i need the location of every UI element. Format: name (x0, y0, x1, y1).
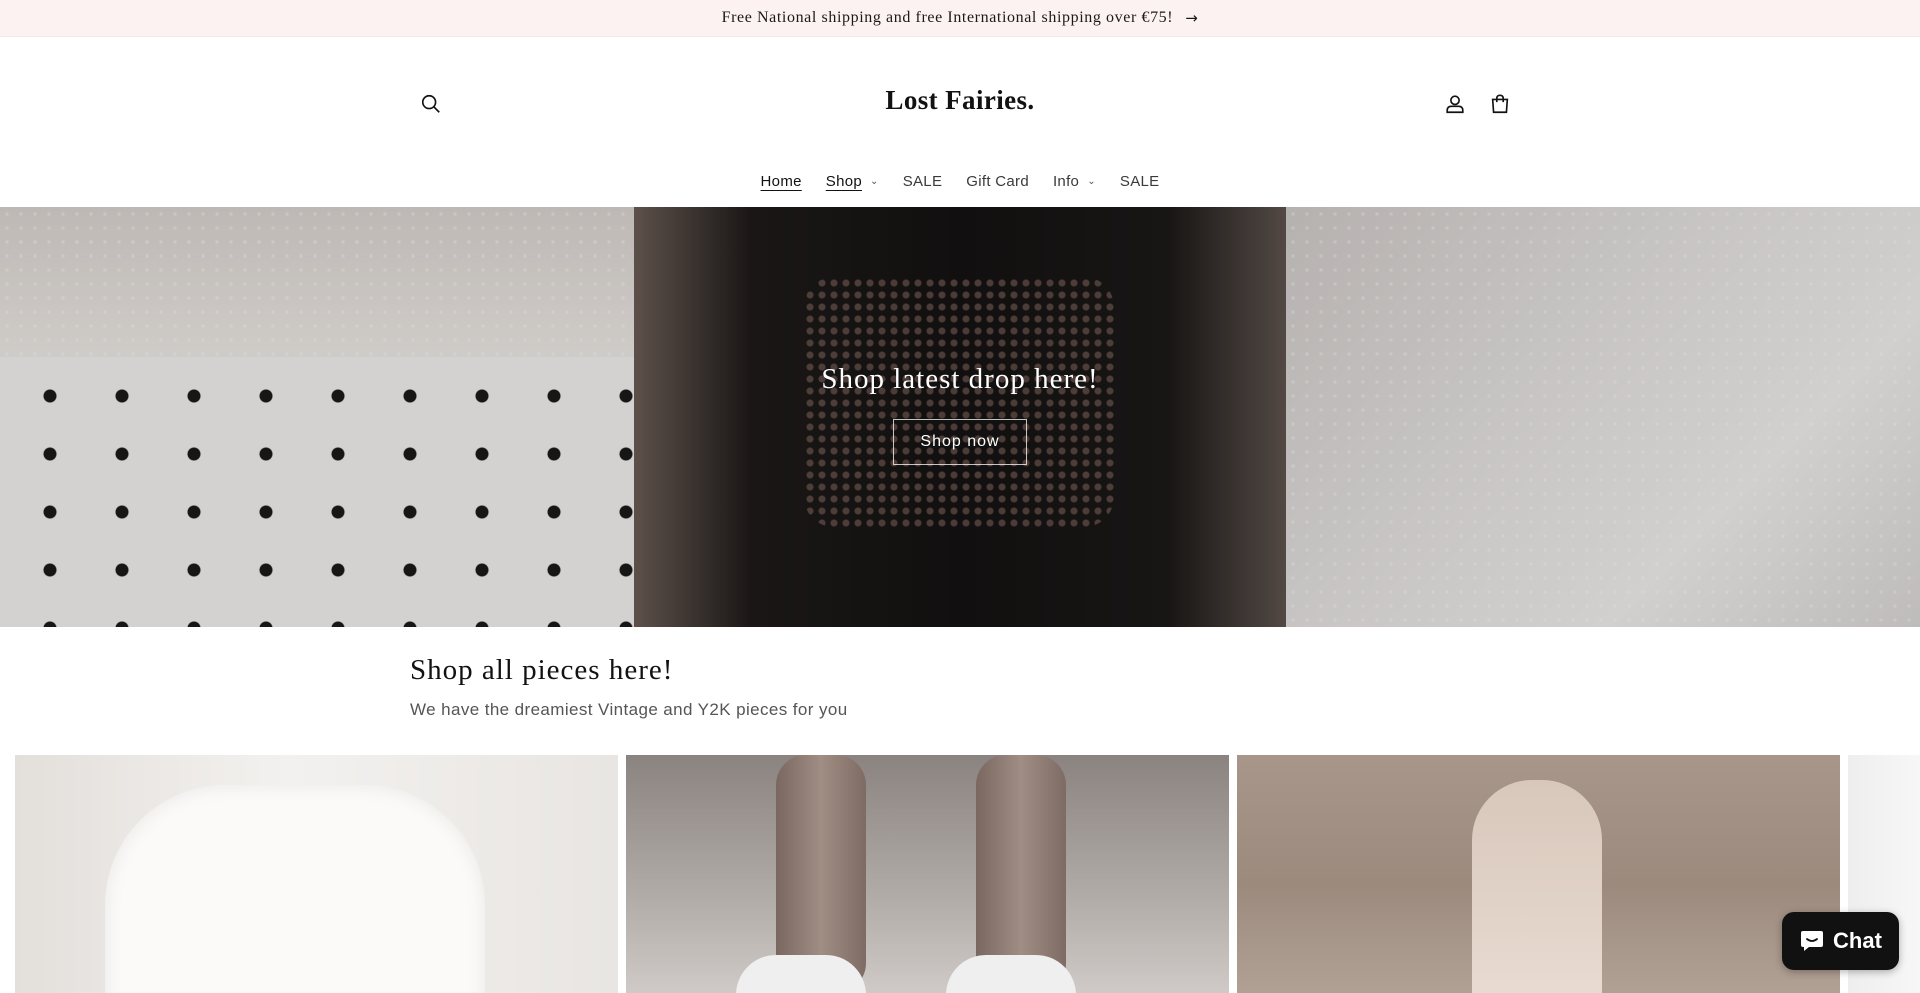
nav-item-info[interactable]: Info ⌄ (1041, 173, 1108, 190)
account-button[interactable] (1435, 84, 1475, 124)
hero-title: Shop latest drop here! (821, 363, 1099, 395)
nav-item-label: Shop (825, 173, 862, 190)
nav-item-label: Gift Card (966, 173, 1029, 190)
product-grid (0, 755, 1920, 993)
site-header: Lost Fairies. Home Shop ⌄ SALE Gift Card… (0, 37, 1920, 207)
chevron-down-icon: ⌄ (870, 176, 879, 187)
search-icon (421, 94, 440, 113)
collection-subtitle: We have the dreamiest Vintage and Y2K pi… (410, 700, 848, 719)
shop-now-button[interactable]: Shop now (893, 419, 1027, 465)
main-nav: Home Shop ⌄ SALE Gift Card Info ⌄ SALE (0, 173, 1920, 190)
cart-icon (1491, 94, 1509, 114)
search-button[interactable] (411, 84, 451, 124)
nav-item-sale[interactable]: SALE (891, 173, 955, 190)
product-image-white-blouse (105, 785, 485, 993)
hero-overlay (0, 207, 1920, 627)
product-image-model (1472, 780, 1602, 993)
announcement-bar[interactable]: Free National shipping and free Internat… (0, 0, 1920, 37)
product-card[interactable] (626, 755, 1229, 993)
account-icon (1446, 95, 1464, 114)
chevron-down-icon: ⌄ (1087, 176, 1096, 187)
cart-button[interactable] (1480, 84, 1520, 124)
nav-item-label: SALE (1119, 173, 1160, 190)
nav-item-gift-card[interactable]: Gift Card (954, 173, 1041, 190)
product-image-sneaker (736, 955, 866, 993)
announcement-text: Free National shipping and free Internat… (721, 9, 1174, 26)
nav-item-label: Home (760, 173, 802, 190)
collection-header: Shop all pieces here! We have the dreami… (410, 654, 848, 720)
chat-bubble-icon (1801, 931, 1824, 951)
nav-item-shop[interactable]: Shop ⌄ (814, 173, 891, 190)
nav-item-sale-2[interactable]: SALE (1108, 173, 1172, 190)
chat-label: Chat (1833, 928, 1882, 953)
hero-banner: Shop latest drop here! Shop now (0, 207, 1920, 627)
nav-item-label: SALE (902, 173, 943, 190)
product-image-sneaker (946, 955, 1076, 993)
site-logo[interactable]: Lost Fairies. (760, 85, 1160, 116)
chat-button[interactable]: Chat (1782, 912, 1899, 970)
arrow-right-icon[interactable]: → (1185, 9, 1198, 27)
collection-title: Shop all pieces here! (410, 654, 674, 686)
nav-item-label: Info (1052, 173, 1080, 190)
nav-item-home[interactable]: Home (749, 173, 814, 190)
product-card[interactable] (1237, 755, 1840, 993)
product-card[interactable] (15, 755, 618, 993)
